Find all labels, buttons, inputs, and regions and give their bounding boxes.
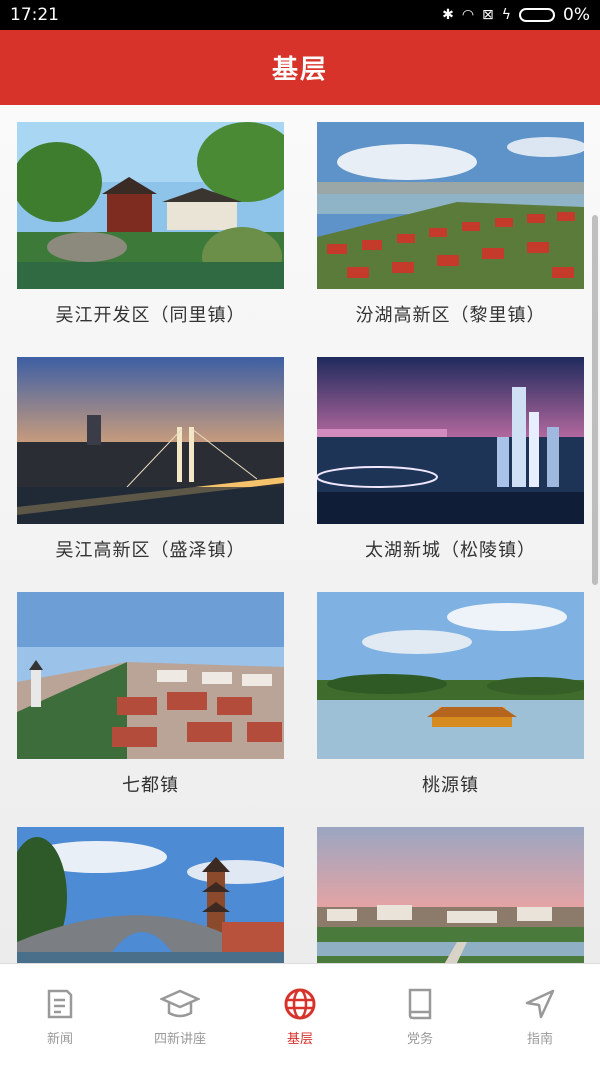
tab-grassroots[interactable]: 基层 [240, 964, 360, 1067]
tab-label: 新闻 [46, 1032, 73, 1047]
battery-percent: 0% [563, 5, 590, 25]
tab-label: 指南 [526, 1032, 553, 1047]
bridge-night-scene-image [17, 357, 284, 524]
status-icons: ✱ ◠ ⊠ ϟ 0% [442, 5, 590, 25]
town-card[interactable]: 吴江高新区（盛泽镇） [17, 357, 284, 562]
scrollbar[interactable] [592, 215, 598, 585]
town-name: 汾湖高新区（黎里镇） [355, 305, 546, 326]
navigation-icon [520, 984, 560, 1024]
tab-label: 基层 [286, 1032, 313, 1047]
pagoda-bridge-scene-image [17, 827, 284, 963]
waterfront-town-scene-image [17, 592, 284, 759]
tab-party-affairs[interactable]: 党务 [360, 964, 480, 1067]
no-sim-icon: ⊠ [482, 7, 494, 23]
town-card[interactable]: 桃源镇 [317, 592, 584, 797]
town-name: 七都镇 [122, 775, 179, 796]
graduation-cap-icon [160, 984, 200, 1024]
bluetooth-icon: ✱ [442, 7, 454, 23]
page-title: 基层 [271, 55, 328, 85]
book-icon [400, 984, 440, 1024]
tab-guide[interactable]: 指南 [480, 964, 600, 1067]
globe-icon [280, 984, 320, 1024]
town-card[interactable]: 太湖新城（松陵镇） [317, 357, 584, 562]
app-header: 基层 [0, 30, 600, 105]
bottom-tab-bar: 新闻 四新讲座 基层 党务 指南 [0, 963, 600, 1067]
status-bar: 17:21 ✱ ◠ ⊠ ϟ 0% [0, 0, 600, 30]
town-card[interactable] [317, 827, 584, 963]
town-grid-scroll[interactable]: 吴江开发区（同里镇） 汾湖高新区（黎里镇） 吴江高新区（盛泽镇） 太湖新城（松陵… [0, 105, 600, 963]
tab-lectures[interactable]: 四新讲座 [120, 964, 240, 1067]
town-name: 吴江高新区（盛泽镇） [55, 540, 246, 561]
wifi-icon: ◠ [461, 7, 475, 23]
town-card[interactable]: 汾湖高新区（黎里镇） [317, 122, 584, 327]
town-name: 太湖新城（松陵镇） [365, 540, 536, 561]
town-name: 吴江开发区（同里镇） [55, 305, 246, 326]
town-name: 桃源镇 [422, 775, 479, 796]
town-card[interactable] [17, 827, 284, 963]
clock: 17:21 [10, 5, 59, 25]
town-card[interactable]: 七都镇 [17, 592, 284, 797]
lake-town-scene-image [317, 122, 584, 289]
town-card[interactable]: 吴江开发区（同里镇） [17, 122, 284, 327]
garden-scene-image [17, 122, 284, 289]
lake-boat-scene-image [317, 592, 584, 759]
news-icon [40, 984, 80, 1024]
battery-icon [519, 8, 556, 22]
charging-icon: ϟ [501, 7, 512, 23]
tab-news[interactable]: 新闻 [0, 964, 120, 1067]
tab-label: 党务 [406, 1032, 433, 1047]
tab-label: 四新讲座 [153, 1032, 206, 1047]
city-night-scene-image [317, 357, 584, 524]
sunset-river-scene-image [317, 827, 584, 963]
